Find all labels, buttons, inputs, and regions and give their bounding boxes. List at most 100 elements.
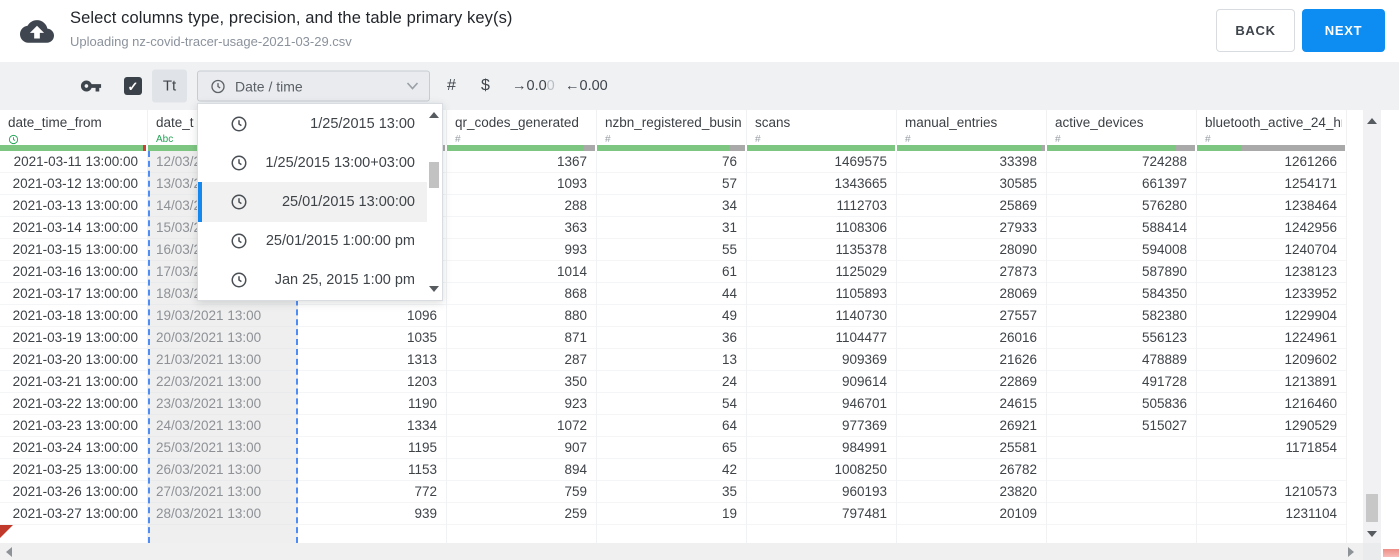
column-include-checkbox[interactable] xyxy=(124,77,142,95)
column-header[interactable]: manual_entries # xyxy=(897,110,1047,145)
dropdown-scrollbar[interactable] xyxy=(427,104,442,300)
back-button[interactable]: BACK xyxy=(1216,9,1295,52)
table-cell: 977369 xyxy=(747,415,896,437)
column-nzbn_registered_busine: nzbn_registered_busine #76 57 34 31 55 61 44 49 3… xyxy=(597,110,747,543)
date-format-option-label: 1/25/2015 13:00+03:00 xyxy=(265,154,415,171)
table-cell: 2021-03-18 13:00:00 xyxy=(0,305,147,327)
column-active_devices: active_devices #724288 661397 576280 588414 5… xyxy=(1047,110,1197,543)
type-dropdown[interactable]: Date / time xyxy=(197,70,430,102)
table-cell: 30585 xyxy=(897,173,1046,195)
table-cell xyxy=(1197,459,1346,481)
decrease-precision-label: →0.0 xyxy=(512,78,547,94)
page-title: Select columns type, precision, and the … xyxy=(70,9,513,27)
import-wizard-window: Select columns type, precision, and the … xyxy=(0,0,1399,560)
column-name: qr_codes_generated xyxy=(455,115,579,130)
date-format-option[interactable]: Jan 25, 2015 1:00 pm xyxy=(198,261,427,300)
column-cells: 1367 1093 288 363 993 1014 868 880 871 287 350 923 1… xyxy=(447,151,597,543)
table-cell: 868 xyxy=(447,283,596,305)
table-cell: 491728 xyxy=(1047,371,1196,393)
column-name: manual_entries xyxy=(905,115,998,130)
column-header[interactable]: scans # xyxy=(747,110,897,145)
table-cell: 1231104 xyxy=(1197,503,1346,525)
column-bluetooth_active_24_hr_: bluetooth_active_24_hr_ #1261266 1254171 12… xyxy=(1197,110,1347,543)
table-cell: 19 xyxy=(597,503,746,525)
table-cell: 27557 xyxy=(897,305,1046,327)
vertical-scrollbar[interactable] xyxy=(1363,110,1381,543)
column-header[interactable]: nzbn_registered_busine # xyxy=(597,110,747,145)
column-name: scans xyxy=(755,115,791,130)
table-cell: 35 xyxy=(597,481,746,503)
column-header[interactable]: active_devices # xyxy=(1047,110,1197,145)
scroll-up-icon[interactable] xyxy=(1367,118,1377,124)
table-cell: 27873 xyxy=(897,261,1046,283)
scroll-left-icon[interactable] xyxy=(6,547,12,557)
page-scrollbar-thumb[interactable] xyxy=(1383,549,1399,557)
table-cell: 2021-03-25 13:00:00 xyxy=(0,459,147,481)
table-cell: 1203 xyxy=(298,371,446,393)
table-cell: 24615 xyxy=(897,393,1046,415)
scroll-down-icon[interactable] xyxy=(1367,531,1377,537)
table-cell: 28090 xyxy=(897,239,1046,261)
date-format-option-list: 1/25/2015 13:00 1/25/2015 13:00+03:00 25/0… xyxy=(198,104,427,300)
table-cell: 1367 xyxy=(447,151,596,173)
table-cell: 939 xyxy=(298,503,446,525)
table-cell: 1171854 xyxy=(1197,437,1346,459)
table-cell: 1261266 xyxy=(1197,151,1346,173)
decrease-precision-button[interactable]: →0.00 xyxy=(512,78,555,94)
vertical-scrollbar-thumb[interactable] xyxy=(1366,494,1378,522)
clock-icon xyxy=(230,115,248,133)
scroll-right-icon[interactable] xyxy=(1348,547,1354,557)
table-cell: 1334 xyxy=(298,415,446,437)
table-cell: 923 xyxy=(447,393,596,415)
table-cell: 661397 xyxy=(1047,173,1196,195)
currency-type-button[interactable]: $ xyxy=(481,77,490,95)
table-cell: 20/03/2021 13:00 xyxy=(150,327,296,349)
table-cell: 2021-03-13 13:00:00 xyxy=(0,195,147,217)
column-header[interactable]: bluetooth_active_24_hr_ # xyxy=(1197,110,1347,145)
header-bar: Select columns type, precision, and the … xyxy=(0,0,1399,62)
table-cell: 871 xyxy=(447,327,596,349)
increase-precision-button[interactable]: ←0.00 xyxy=(565,78,608,94)
horizontal-scrollbar[interactable] xyxy=(0,543,1363,560)
column-name: bluetooth_active_24_hr_ xyxy=(1205,115,1342,130)
table-cell: 1014 xyxy=(447,261,596,283)
number-type-button[interactable]: # xyxy=(447,77,456,95)
date-format-option[interactable]: 1/25/2015 13:00 xyxy=(198,104,427,143)
table-cell: 960193 xyxy=(747,481,896,503)
dropdown-scrollbar-thumb[interactable] xyxy=(429,162,439,188)
table-cell: 556123 xyxy=(1047,327,1196,349)
primary-key-button[interactable] xyxy=(80,75,102,97)
clock-icon xyxy=(230,271,248,289)
next-button[interactable]: NEXT xyxy=(1302,9,1385,52)
date-format-option[interactable]: 25/01/2015 13:00:00 xyxy=(198,182,427,222)
scroll-down-icon[interactable] xyxy=(429,286,439,292)
table-cell: 33398 xyxy=(897,151,1046,173)
table-cell: 2021-03-14 13:00:00 xyxy=(0,217,147,239)
text-type-button[interactable]: Tt xyxy=(152,69,187,103)
scroll-up-icon[interactable] xyxy=(429,112,439,118)
table-cell: 907 xyxy=(447,437,596,459)
table-cell: 36 xyxy=(597,327,746,349)
table-cell: 27933 xyxy=(897,217,1046,239)
table-cell: 515027 xyxy=(1047,415,1196,437)
column-name: nzbn_registered_busine xyxy=(605,115,742,130)
column-header[interactable]: qr_codes_generated # xyxy=(447,110,597,145)
date-format-option[interactable]: 25/01/2015 1:00:00 pm xyxy=(198,222,427,261)
table-cell: 28/03/2021 13:00 xyxy=(150,503,296,525)
table-cell: 259 xyxy=(447,503,596,525)
table-cell: 26921 xyxy=(897,415,1046,437)
date-format-option-label: 25/01/2015 1:00:00 pm xyxy=(265,233,415,250)
table-cell: 2021-03-17 13:00:00 xyxy=(0,283,147,305)
table-cell: 26782 xyxy=(897,459,1046,481)
table-cell xyxy=(1047,437,1196,459)
table-cell: 2021-03-21 13:00:00 xyxy=(0,371,147,393)
type-dropdown-value: Date / time xyxy=(235,78,303,94)
date-format-option[interactable]: 1/25/2015 13:00+03:00 xyxy=(198,143,427,182)
table-cell: 21626 xyxy=(897,349,1046,371)
column-header[interactable]: date_time_from xyxy=(0,110,148,145)
table-cell: 288 xyxy=(447,195,596,217)
table-cell: 594008 xyxy=(1047,239,1196,261)
titles: Select columns type, precision, and the … xyxy=(70,9,513,49)
table-cell: 1108306 xyxy=(747,217,896,239)
date-format-option-label: 1/25/2015 13:00 xyxy=(310,115,415,132)
